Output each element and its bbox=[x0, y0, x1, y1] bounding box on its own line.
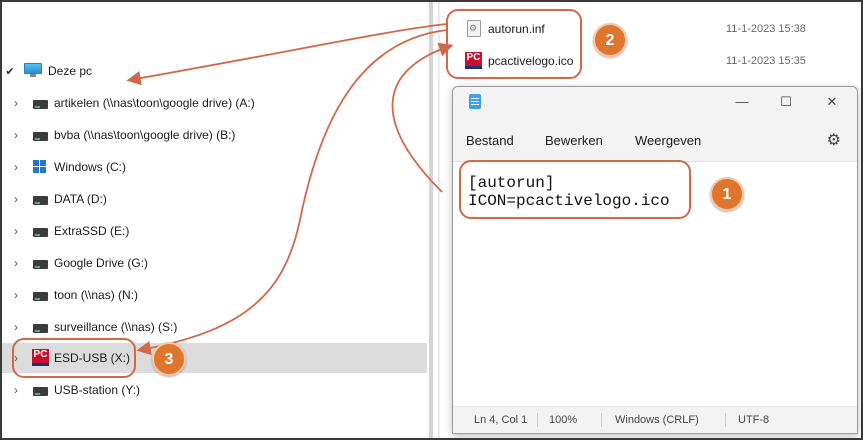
menu-weergeven[interactable]: Weergeven bbox=[635, 133, 701, 148]
chevron-right-icon[interactable]: › bbox=[11, 128, 21, 142]
tree-item-drive-y[interactable]: › USB-station (Y:) bbox=[2, 375, 427, 405]
chevron-right-icon[interactable]: › bbox=[11, 320, 21, 334]
menu-bar: Bestand Bewerken Weergeven ⚙ bbox=[453, 117, 857, 161]
gear-icon[interactable]: ⚙ bbox=[827, 130, 841, 150]
tree-item-this-pc[interactable]: ✔ Deze pc bbox=[2, 60, 427, 82]
network-drive-icon bbox=[33, 292, 48, 301]
tree-item-drive-g[interactable]: › Google Drive (G:) bbox=[2, 248, 427, 278]
network-drive-icon bbox=[33, 132, 48, 141]
chevron-right-icon[interactable]: › bbox=[11, 224, 21, 238]
zoom-level: 100% bbox=[549, 414, 578, 426]
tree-item-drive-a[interactable]: › artikelen (\\nas\toon\google drive) (A… bbox=[2, 88, 427, 118]
callout-outline-files bbox=[446, 9, 582, 79]
file-date: 11-1-2023 15:38 bbox=[726, 23, 806, 35]
tree-item-label: Google Drive (G:) bbox=[54, 256, 149, 270]
tree-item-label: toon (\\nas) (N:) bbox=[54, 288, 139, 302]
step-badge-2: 2 bbox=[593, 23, 627, 57]
line-ending: Windows (CRLF) bbox=[615, 414, 699, 426]
notepad-app-icon bbox=[469, 94, 481, 109]
cursor-position: Ln 4, Col 1 bbox=[474, 414, 528, 426]
chevron-right-icon[interactable]: › bbox=[11, 192, 21, 206]
tree-item-label: surveillance (\\nas) (S:) bbox=[54, 320, 178, 334]
computer-icon bbox=[24, 63, 42, 77]
drive-icon bbox=[33, 260, 48, 269]
tree-item-label: Deze pc bbox=[48, 64, 93, 78]
tree-item-drive-c[interactable]: › Windows (C:) bbox=[2, 152, 427, 182]
step-badge-1: 1 bbox=[710, 177, 744, 211]
drive-icon bbox=[33, 228, 48, 237]
status-divider bbox=[601, 413, 602, 427]
chevron-right-icon[interactable]: › bbox=[11, 160, 21, 174]
notepad-window: — ☐ ✕ Bestand Bewerken Weergeven ⚙ [auto… bbox=[452, 86, 858, 434]
status-bar: Ln 4, Col 1 100% Windows (CRLF) UTF-8 bbox=[453, 406, 857, 433]
network-drive-icon bbox=[33, 324, 48, 333]
encoding: UTF-8 bbox=[738, 414, 770, 426]
title-bar[interactable]: — ☐ ✕ bbox=[453, 87, 857, 117]
tree-item-label: artikelen (\\nas\toon\google drive) (A:) bbox=[54, 96, 255, 110]
chevron-right-icon[interactable]: › bbox=[11, 96, 21, 110]
tree-item-label: USB-station (Y:) bbox=[54, 383, 141, 397]
drive-icon bbox=[33, 196, 48, 205]
tree-item-label: DATA (D:) bbox=[54, 192, 107, 206]
tree-item-drive-d[interactable]: › DATA (D:) bbox=[2, 184, 427, 214]
pane-splitter[interactable] bbox=[429, 2, 433, 438]
tree-item-label: ExtraSSD (E:) bbox=[54, 224, 130, 238]
status-divider bbox=[725, 413, 726, 427]
tree-item-label: bvba (\\nas\toon\google drive) (B:) bbox=[54, 128, 236, 142]
chevron-right-icon[interactable]: › bbox=[11, 256, 21, 270]
drive-icon bbox=[33, 387, 48, 396]
minimize-button[interactable]: — bbox=[727, 91, 757, 113]
windows-drive-icon bbox=[33, 160, 47, 174]
close-button[interactable]: ✕ bbox=[817, 91, 847, 113]
chevron-down-icon[interactable]: ✔ bbox=[5, 65, 15, 78]
pane-divider bbox=[438, 2, 440, 438]
callout-outline-drive bbox=[12, 338, 136, 378]
file-date: 11-1-2023 15:35 bbox=[726, 55, 806, 67]
menu-bewerken[interactable]: Bewerken bbox=[545, 133, 603, 148]
chevron-right-icon[interactable]: › bbox=[11, 288, 21, 302]
status-divider bbox=[537, 413, 538, 427]
tree-item-drive-e[interactable]: › ExtraSSD (E:) bbox=[2, 216, 427, 246]
callout-outline-content bbox=[459, 160, 691, 219]
chevron-right-icon[interactable]: › bbox=[11, 383, 21, 397]
step-badge-3: 3 bbox=[152, 342, 186, 376]
tree-item-label: Windows (C:) bbox=[54, 160, 127, 174]
menu-bestand[interactable]: Bestand bbox=[466, 133, 514, 148]
maximize-button[interactable]: ☐ bbox=[771, 91, 801, 113]
tree-item-drive-n[interactable]: › toon (\\nas) (N:) bbox=[2, 280, 427, 310]
network-drive-icon bbox=[33, 100, 48, 109]
tree-item-drive-b[interactable]: › bvba (\\nas\toon\google drive) (B:) bbox=[2, 120, 427, 150]
